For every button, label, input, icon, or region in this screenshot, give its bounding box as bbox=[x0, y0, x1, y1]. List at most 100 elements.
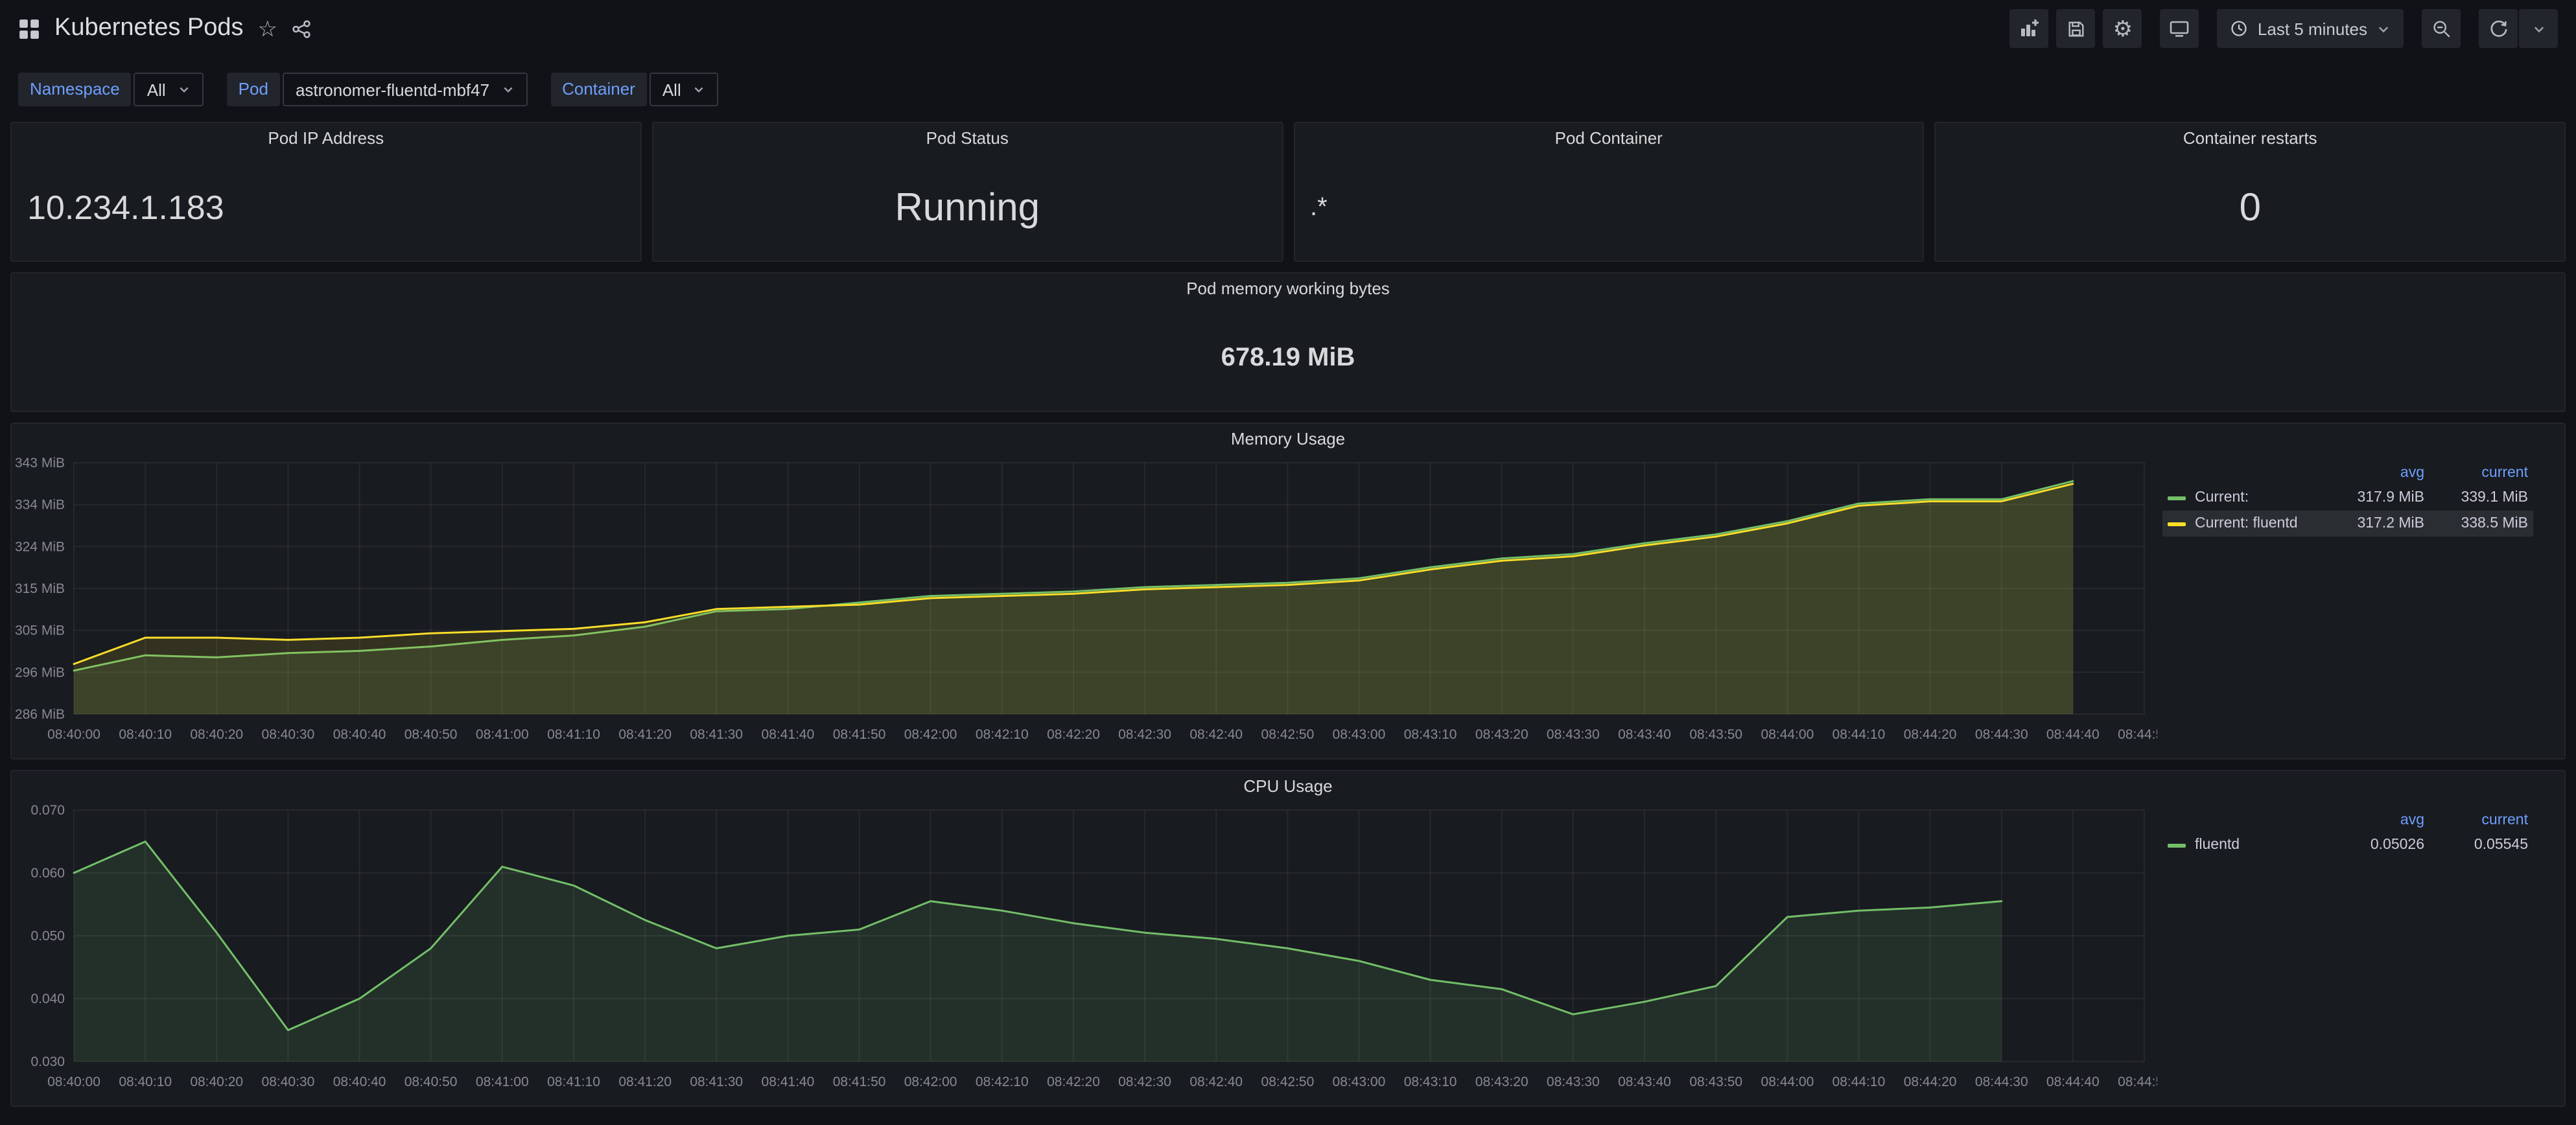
svg-text:08:42:30: 08:42:30 bbox=[1118, 1074, 1171, 1089]
pod-memory-working-bytes-value: 678.19 MiB bbox=[12, 305, 2564, 411]
svg-text:08:44:00: 08:44:00 bbox=[1761, 727, 1814, 742]
legend-row[interactable]: Current:317.9 MiB339.1 MiB bbox=[2162, 485, 2533, 511]
svg-text:08:43:50: 08:43:50 bbox=[1689, 727, 1742, 742]
svg-text:08:43:30: 08:43:30 bbox=[1547, 727, 1600, 742]
clock-icon bbox=[2231, 19, 2249, 38]
svg-text:286 MiB: 286 MiB bbox=[15, 707, 65, 722]
svg-text:0.070: 0.070 bbox=[30, 803, 65, 818]
svg-text:334 MiB: 334 MiB bbox=[15, 498, 65, 513]
apps-icon[interactable] bbox=[18, 17, 40, 40]
panel-title[interactable]: Container restarts bbox=[1936, 123, 2565, 154]
legend-column-current[interactable]: current bbox=[2424, 813, 2528, 828]
svg-text:08:44:40: 08:44:40 bbox=[2046, 727, 2100, 742]
panel-title[interactable]: Pod Container bbox=[1294, 123, 1923, 154]
series-color-dash bbox=[2168, 522, 2186, 526]
svg-text:08:43:20: 08:43:20 bbox=[1475, 727, 1528, 742]
svg-text:08:40:50: 08:40:50 bbox=[404, 727, 458, 742]
svg-text:08:41:20: 08:41:20 bbox=[618, 1074, 672, 1089]
legend-column-avg[interactable]: avg bbox=[2321, 465, 2424, 481]
panel-container-restarts: Container restarts 0 bbox=[1935, 122, 2566, 262]
variable-pod-value: astronomer-fluentd-mbf47 bbox=[296, 80, 489, 99]
svg-text:08:42:10: 08:42:10 bbox=[976, 727, 1029, 742]
svg-text:08:40:20: 08:40:20 bbox=[190, 727, 243, 742]
cpu-usage-chart[interactable]: 0.0700.0600.0500.0400.03008:40:0008:40:1… bbox=[12, 802, 2157, 1098]
add-panel-icon bbox=[2019, 18, 2040, 39]
svg-text:305 MiB: 305 MiB bbox=[15, 623, 65, 638]
variable-container-label[interactable]: Container bbox=[550, 73, 647, 106]
svg-text:0.030: 0.030 bbox=[30, 1054, 65, 1069]
svg-text:08:42:50: 08:42:50 bbox=[1261, 1074, 1315, 1089]
cycle-view-button[interactable] bbox=[2160, 9, 2199, 48]
add-panel-button[interactable] bbox=[2010, 9, 2049, 48]
gear-icon: ⚙ bbox=[2113, 17, 2133, 40]
panel-title[interactable]: Pod Status bbox=[653, 123, 1282, 154]
svg-text:08:44:50: 08:44:50 bbox=[2118, 727, 2157, 742]
share-icon[interactable] bbox=[292, 19, 311, 38]
dashboard-settings-button[interactable]: ⚙ bbox=[2103, 9, 2142, 48]
variable-namespace-label[interactable]: Namespace bbox=[18, 73, 132, 106]
svg-text:08:41:10: 08:41:10 bbox=[547, 727, 600, 742]
svg-text:08:40:30: 08:40:30 bbox=[262, 1074, 315, 1089]
svg-text:08:44:20: 08:44:20 bbox=[1904, 727, 1957, 742]
svg-text:08:41:30: 08:41:30 bbox=[690, 1074, 743, 1089]
zoom-out-button[interactable] bbox=[2422, 9, 2461, 48]
panel-pod-memory-working-bytes: Pod memory working bytes 678.19 MiB bbox=[10, 272, 2566, 412]
svg-text:08:43:40: 08:43:40 bbox=[1618, 1074, 1671, 1089]
svg-text:08:43:30: 08:43:30 bbox=[1547, 1074, 1600, 1089]
panel-title[interactable]: CPU Usage bbox=[12, 771, 2564, 802]
stat-panels-row: Pod IP Address 10.234.1.183 Pod Status R… bbox=[10, 122, 2566, 262]
panel-title[interactable]: Pod IP Address bbox=[12, 123, 640, 154]
panel-title[interactable]: Pod memory working bytes bbox=[12, 273, 2564, 305]
legend-header: avgcurrent bbox=[2162, 461, 2533, 485]
variable-namespace-picker[interactable]: All bbox=[134, 73, 204, 106]
svg-text:08:42:20: 08:42:20 bbox=[1047, 727, 1100, 742]
refresh-button[interactable] bbox=[2479, 9, 2518, 48]
svg-text:296 MiB: 296 MiB bbox=[15, 665, 65, 680]
chevron-down-icon bbox=[2376, 21, 2391, 36]
legend-row[interactable]: Current: fluentd317.2 MiB338.5 MiB bbox=[2162, 511, 2533, 537]
variable-pod-picker[interactable]: astronomer-fluentd-mbf47 bbox=[283, 73, 527, 106]
time-range-label: Last 5 minutes bbox=[2258, 19, 2367, 38]
svg-text:08:41:40: 08:41:40 bbox=[762, 1074, 815, 1089]
panel-title[interactable]: Memory Usage bbox=[12, 424, 2564, 455]
svg-text:08:44:10: 08:44:10 bbox=[1832, 1074, 1886, 1089]
svg-text:08:42:30: 08:42:30 bbox=[1118, 727, 1171, 742]
svg-text:08:44:30: 08:44:30 bbox=[1975, 727, 2028, 742]
pod-ip-value: 10.234.1.183 bbox=[12, 154, 640, 261]
svg-text:08:43:50: 08:43:50 bbox=[1689, 1074, 1742, 1089]
variable-container-picker[interactable]: All bbox=[650, 73, 719, 106]
panel-pod-status: Pod Status Running bbox=[652, 122, 1283, 262]
zoom-out-icon bbox=[2431, 19, 2451, 38]
refresh-icon bbox=[2488, 19, 2508, 38]
svg-text:08:41:00: 08:41:00 bbox=[476, 727, 529, 742]
svg-text:08:40:10: 08:40:10 bbox=[119, 727, 172, 742]
variable-pod-label[interactable]: Pod bbox=[227, 73, 280, 106]
variable-container: Container All bbox=[550, 73, 719, 106]
svg-text:08:43:10: 08:43:10 bbox=[1404, 1074, 1457, 1089]
svg-text:08:41:30: 08:41:30 bbox=[690, 727, 743, 742]
svg-text:08:41:00: 08:41:00 bbox=[476, 1074, 529, 1089]
svg-text:08:43:40: 08:43:40 bbox=[1618, 727, 1671, 742]
legend-row[interactable]: fluentd0.050260.05545 bbox=[2162, 832, 2533, 858]
navbar: Kubernetes Pods ☆ ⚙ Last 5 minutes bbox=[0, 0, 2576, 57]
memory-usage-chart[interactable]: 343 MiB334 MiB324 MiB315 MiB305 MiB296 M… bbox=[12, 455, 2157, 750]
svg-text:08:40:50: 08:40:50 bbox=[404, 1074, 458, 1089]
svg-text:0.050: 0.050 bbox=[30, 929, 65, 944]
legend-column-current[interactable]: current bbox=[2424, 465, 2528, 481]
svg-text:08:40:30: 08:40:30 bbox=[262, 727, 315, 742]
svg-text:08:40:10: 08:40:10 bbox=[119, 1074, 172, 1089]
template-variables: Namespace All Pod astronomer-fluentd-mbf… bbox=[18, 73, 2558, 106]
svg-text:08:41:10: 08:41:10 bbox=[547, 1074, 600, 1089]
svg-text:08:42:20: 08:42:20 bbox=[1047, 1074, 1100, 1089]
save-dashboard-button[interactable] bbox=[2057, 9, 2096, 48]
container-restarts-value: 0 bbox=[1936, 154, 2565, 261]
cpu-usage-legend: avgcurrent fluentd0.050260.05545 bbox=[2157, 802, 2546, 1103]
time-range-picker[interactable]: Last 5 minutes bbox=[2218, 9, 2404, 48]
star-icon[interactable]: ☆ bbox=[258, 17, 278, 40]
refresh-interval-dropdown[interactable] bbox=[2519, 9, 2558, 48]
save-icon bbox=[2067, 19, 2086, 38]
legend-column-avg[interactable]: avg bbox=[2321, 813, 2424, 828]
svg-text:324 MiB: 324 MiB bbox=[15, 539, 65, 554]
chevron-down-icon bbox=[178, 83, 191, 96]
svg-text:08:40:40: 08:40:40 bbox=[333, 727, 386, 742]
